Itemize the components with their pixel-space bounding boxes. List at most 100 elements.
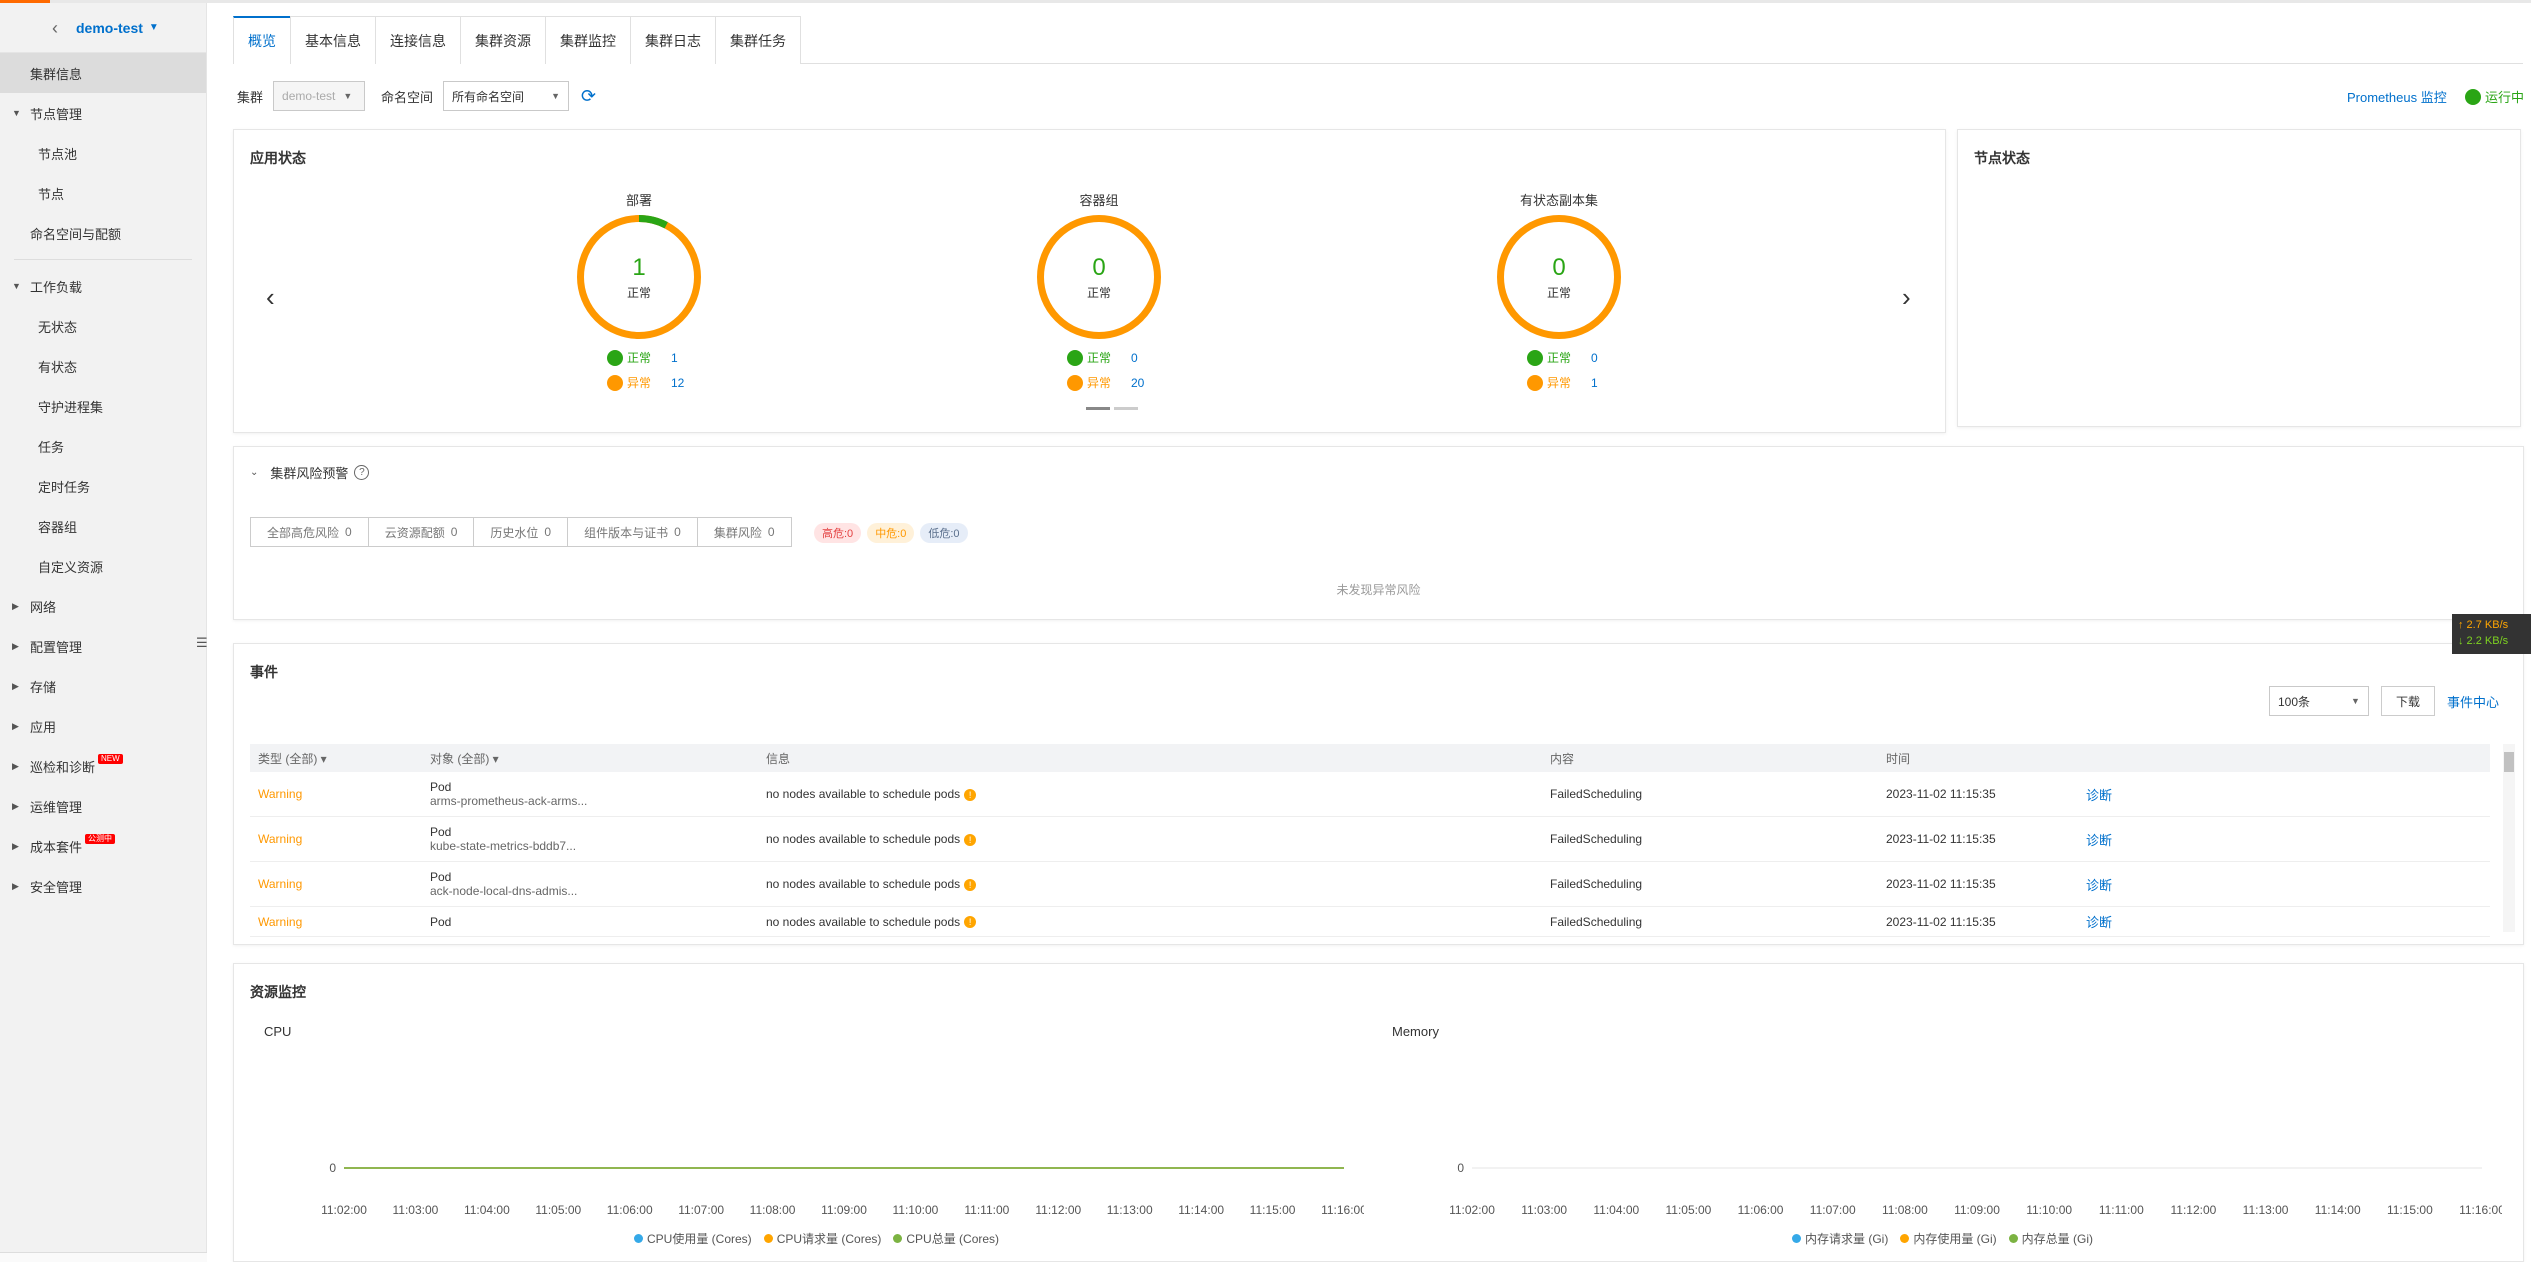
event-object[interactable]: Pod arms-prometheus-ack-arms...: [430, 780, 766, 808]
diagnose-link[interactable]: 诊断: [2086, 830, 2186, 849]
chevron-right-icon[interactable]: ▶: [12, 761, 19, 772]
risk-tab[interactable]: 全部高危风险 0: [250, 517, 369, 547]
tab-0[interactable]: 概览: [233, 16, 291, 64]
ring-legend-value[interactable]: 0: [1131, 351, 1151, 365]
column-header[interactable]: 类型 (全部) ▾: [250, 750, 430, 767]
legend-item[interactable]: CPU总量 (Cores): [893, 1230, 999, 1247]
prev-arrow-icon[interactable]: ‹: [266, 282, 275, 313]
chevron-down-icon[interactable]: ⌄: [250, 467, 258, 478]
tab-2[interactable]: 连接信息: [375, 16, 461, 64]
chevron-right-icon[interactable]: ▶: [12, 841, 19, 852]
event-center-link[interactable]: 事件中心: [2447, 692, 2499, 711]
sidebar-item[interactable]: 无状态: [0, 306, 206, 346]
info-icon[interactable]: !: [964, 788, 977, 801]
back-icon[interactable]: ‹: [52, 18, 58, 39]
sidebar-item[interactable]: 守护进程集: [0, 386, 206, 426]
table-row: Warning Pod arms-prometheus-ack-arms... no …: [250, 772, 2490, 817]
chevron-right-icon[interactable]: ▶: [12, 601, 19, 612]
ring-legend-value[interactable]: 0: [1591, 351, 1611, 365]
chevron-right-icon[interactable]: ▶: [12, 721, 19, 732]
tab-4[interactable]: 集群监控: [545, 16, 631, 64]
help-icon[interactable]: ?: [354, 465, 370, 480]
risk-tab[interactable]: 云资源配额 0: [367, 517, 475, 547]
next-arrow-icon[interactable]: ›: [1902, 282, 1911, 313]
prometheus-monitor-link[interactable]: Prometheus 监控: [2347, 87, 2447, 106]
cluster-switcher[interactable]: demo-test: [76, 20, 143, 36]
diagnose-link[interactable]: 诊断: [2086, 785, 2186, 804]
risk-header[interactable]: ⌄ 集群风险预警 ?: [250, 463, 370, 482]
download-button[interactable]: 下载: [2380, 686, 2435, 716]
page-size-select[interactable]: 100条 ▼: [2268, 686, 2369, 716]
sidebar-item[interactable]: 节点池: [0, 133, 206, 173]
namespace-select[interactable]: 所有命名空间 ▼: [443, 81, 570, 111]
cluster-risk-card: ⌄ 集群风险预警 ? 全部高危风险 0 云资源配额 0 历史水位 0 组件版本与证书 0 集群风…: [233, 446, 2524, 620]
high-risk-badge[interactable]: 高危:0: [814, 523, 862, 543]
low-risk-badge[interactable]: 低危:0: [920, 523, 968, 543]
sidebar-item[interactable]: 节点: [0, 173, 206, 213]
risk-tab-label: 集群风险: [713, 525, 762, 540]
legend-item[interactable]: 内存使用量 (Gi): [1900, 1230, 1997, 1247]
diagnose-link[interactable]: 诊断: [2086, 875, 2186, 894]
column-header[interactable]: 对象 (全部) ▾: [430, 750, 766, 767]
sidebar-item[interactable]: ▶ 存储: [0, 666, 206, 706]
memory-chart-title: Memory: [1392, 1024, 1439, 1039]
sidebar-item[interactable]: ▶ 配置管理: [0, 626, 206, 666]
sidebar-item[interactable]: 任务: [0, 426, 206, 466]
sidebar-item[interactable]: ▶ 安全管理: [0, 866, 206, 906]
ring-legend-value[interactable]: 12: [671, 376, 691, 390]
sidebar-item[interactable]: 自定义资源: [0, 546, 206, 586]
scrollbar-thumb[interactable]: [2504, 752, 2514, 772]
chevron-down-icon[interactable]: ▼: [12, 281, 21, 291]
tab-1[interactable]: 基本信息: [290, 16, 376, 64]
diagnose-link[interactable]: 诊断: [2086, 912, 2186, 931]
ring-legend-value[interactable]: 1: [671, 351, 691, 365]
sidebar-item[interactable]: ▶ 巡检和诊断 NEW: [0, 746, 206, 786]
sidebar-item[interactable]: ▶ 应用: [0, 706, 206, 746]
refresh-icon[interactable]: ⟳: [581, 86, 596, 107]
events-scrollbar[interactable]: [2503, 744, 2515, 932]
chevron-down-icon[interactable]: ▾: [489, 752, 499, 766]
sidebar-item-cluster-info[interactable]: 集群信息: [0, 53, 206, 93]
ring-legend-value[interactable]: 1: [1591, 376, 1611, 390]
chevron-right-icon[interactable]: ▶: [12, 801, 19, 812]
sidebar-item[interactable]: ▶ 运维管理: [0, 786, 206, 826]
chevron-down-icon[interactable]: ▾: [317, 752, 327, 766]
cluster-label: 集群: [237, 89, 264, 105]
info-icon[interactable]: !: [964, 833, 977, 846]
mid-risk-badge[interactable]: 中危:0: [867, 523, 915, 543]
tab-6[interactable]: 集群任务: [715, 16, 801, 64]
carousel-dot[interactable]: [1086, 407, 1110, 410]
status-dot-icon: [1526, 374, 1543, 391]
chevron-down-icon[interactable]: ▼: [12, 108, 21, 118]
event-object[interactable]: Pod: [430, 915, 766, 929]
sidebar-item[interactable]: ▼ 工作负载: [0, 266, 206, 306]
chevron-right-icon[interactable]: ▶: [12, 641, 19, 652]
chevron-right-icon[interactable]: ▶: [12, 881, 19, 892]
event-object[interactable]: Pod ack-node-local-dns-admis...: [430, 870, 766, 898]
legend-item[interactable]: CPU使用量 (Cores): [634, 1230, 752, 1247]
sidebar-item[interactable]: 容器组: [0, 506, 206, 546]
risk-tab[interactable]: 历史水位 0: [473, 517, 569, 547]
carousel-dot[interactable]: [1114, 407, 1138, 410]
legend-item[interactable]: 内存请求量 (Gi): [1792, 1230, 1888, 1247]
chevron-down-icon[interactable]: ▼: [149, 22, 159, 33]
sidebar-item[interactable]: 有状态: [0, 346, 206, 386]
sidebar-badge: NEW: [98, 754, 123, 764]
sidebar-item[interactable]: ▶ 成本套件 公测中: [0, 826, 206, 866]
sidebar-item[interactable]: ▼ 节点管理: [0, 93, 206, 133]
tab-5[interactable]: 集群日志: [630, 16, 716, 64]
ring-legend-value[interactable]: 20: [1131, 376, 1151, 390]
sidebar-item[interactable]: 定时任务: [0, 466, 206, 506]
legend-item[interactable]: CPU请求量 (Cores): [763, 1230, 881, 1247]
info-icon[interactable]: !: [964, 916, 977, 929]
event-object[interactable]: Pod kube-state-metrics-bddb7...: [430, 825, 766, 853]
sidebar-item[interactable]: ▶ 网络: [0, 586, 206, 626]
legend-item[interactable]: 内存总量 (Gi): [2008, 1230, 2093, 1247]
tab-3[interactable]: 集群资源: [460, 16, 546, 64]
sidebar-item[interactable]: 命名空间与配额: [0, 213, 206, 253]
sidebar-item-label: 节点管理: [30, 106, 83, 122]
info-icon[interactable]: !: [964, 878, 977, 891]
chevron-right-icon[interactable]: ▶: [12, 681, 19, 692]
risk-tab[interactable]: 组件版本与证书 0: [567, 517, 698, 547]
risk-tab[interactable]: 集群风险 0: [696, 517, 792, 547]
